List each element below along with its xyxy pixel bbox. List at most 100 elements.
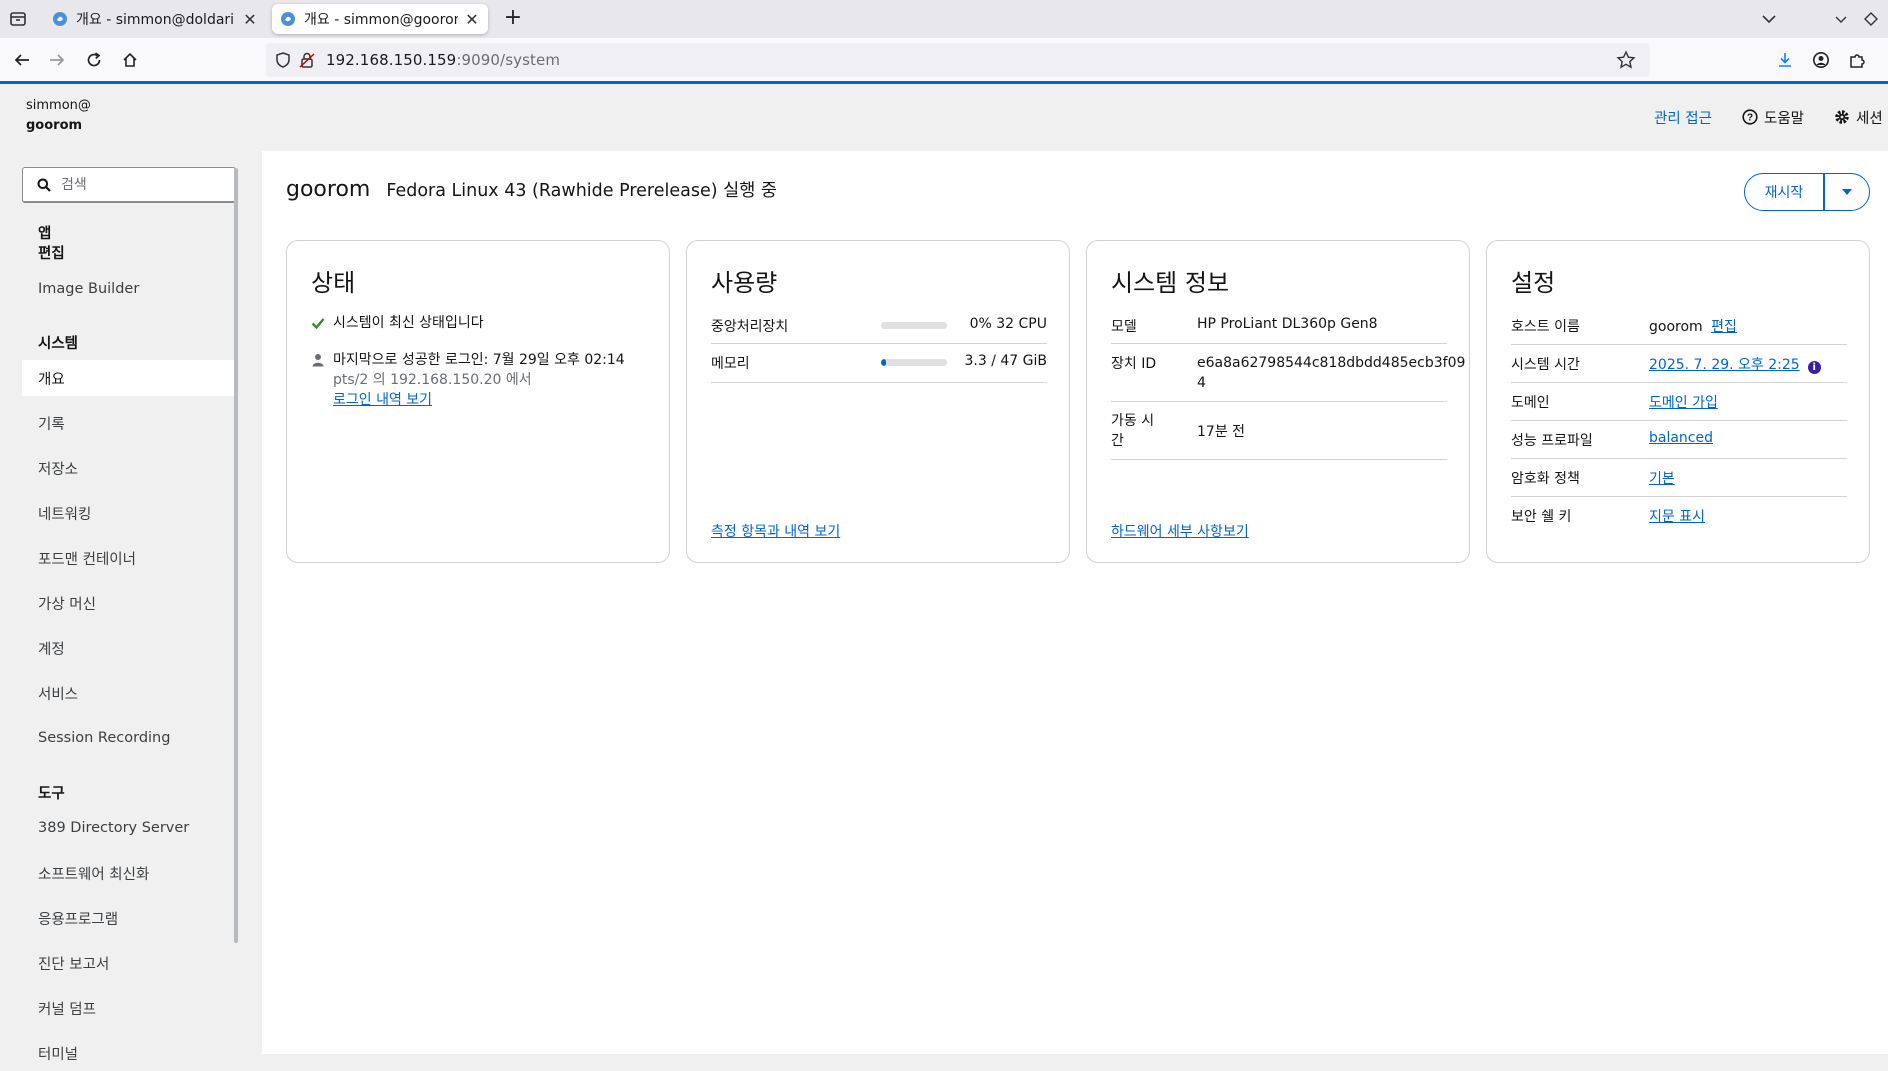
cpu-label: 중앙처리장치 <box>711 319 789 335</box>
window-minimize-chevron-icon[interactable] <box>1832 10 1850 28</box>
browser-tab-bar: 개요 - simmon@doldari ✕ 개요 - simmon@goorom… <box>0 0 1888 38</box>
metrics-history-link[interactable]: 측정 항목과 내역 보기 <box>711 521 840 541</box>
back-button[interactable] <box>11 49 33 71</box>
ssh-keys-label: 보안 쉘 키 <box>1511 509 1572 525</box>
restart-options-toggle[interactable] <box>1824 173 1870 211</box>
hostname-row: 호스트 이름 goorom 편집 <box>1511 307 1847 345</box>
domain-row: 도메인 도메인 가입 <box>1511 383 1847 421</box>
sidebar-item-virtual-machines[interactable]: 가상 머신 <box>22 585 234 621</box>
sidebar-item-applications[interactable]: 응용프로그램 <box>22 900 234 936</box>
sidebar-item-389-directory-server[interactable]: 389 Directory Server <box>22 810 234 846</box>
sidebar-item-podman[interactable]: 포드맨 컨테이너 <box>22 540 234 576</box>
update-status: 시스템이 최신 상태입니다 <box>311 313 484 333</box>
url-text[interactable]: 192.168.150.159:9090/system <box>326 51 560 69</box>
model-row: 모델 HP ProLiant DL360p Gen8 <box>1111 307 1447 344</box>
tracking-protection-shield-icon[interactable] <box>274 51 292 69</box>
system-time-link[interactable]: 2025. 7. 29. 오후 2:25 <box>1649 357 1800 373</box>
configuration-card-title: 설정 <box>1511 269 1556 297</box>
reload-button[interactable] <box>83 49 105 71</box>
sidebar-item-diagnostic-reports[interactable]: 진단 보고서 <box>22 945 234 981</box>
host-name: goorom <box>26 118 83 133</box>
forward-button[interactable] <box>46 49 68 71</box>
last-login-origin: pts/2 의 192.168.150.20 에서 <box>333 372 532 388</box>
downloads-button[interactable] <box>1774 49 1796 71</box>
sidebar-item-logs[interactable]: 기록 <box>22 405 234 441</box>
sidebar-item-kernel-dump[interactable]: 커널 덤프 <box>22 990 234 1026</box>
tab-list-icon[interactable] <box>8 9 28 29</box>
user-icon <box>312 354 324 367</box>
forward-arrow-icon <box>50 54 65 66</box>
home-button[interactable] <box>119 49 141 71</box>
search-input[interactable] <box>61 175 221 195</box>
sidebar-item-networking[interactable]: 네트워킹 <box>22 495 234 531</box>
restart-split-button: 재시작 <box>1744 173 1870 211</box>
machine-id-label: 장치 ID <box>1111 356 1157 372</box>
info-icon[interactable]: i <box>1807 361 1821 374</box>
extensions-button[interactable] <box>1846 49 1868 71</box>
sidebar-item-session-recording[interactable]: Session Recording <box>22 720 234 756</box>
sidebar-item-terminal[interactable]: 터미널 <box>22 1035 234 1071</box>
model-label: 모델 <box>1111 319 1137 335</box>
url-path: :9090/system <box>456 51 561 69</box>
sidebar-item-software-updates[interactable]: 소프트웨어 최신화 <box>22 855 234 891</box>
sidebar-item-overview[interactable]: 개요 <box>22 360 234 396</box>
sidebar-item-image-builder[interactable]: Image Builder <box>22 271 234 307</box>
hardware-details-link[interactable]: 하드웨어 세부 사항보기 <box>1111 521 1249 541</box>
tab-title: 개요 - simmon@doldari <box>76 12 235 28</box>
uptime-row: 가동 시 간 17분 전 <box>1111 402 1447 460</box>
cpu-usage-bar <box>881 322 947 329</box>
configuration-card: 설정 호스트 이름 goorom 편집 시스템 시간 2025. 7. 29. … <box>1486 240 1870 563</box>
sidebar-item-accounts[interactable]: 계정 <box>22 630 234 666</box>
os-status: Fedora Linux 43 (Rawhide Prerelease) 실행 … <box>386 181 777 201</box>
browser-tab-goorom[interactable]: 개요 - simmon@goorom ✕ <box>272 4 488 34</box>
login-history-link[interactable]: 로그인 내역 보기 <box>333 390 625 410</box>
page-hostname: goorom <box>286 177 371 202</box>
memory-value: 3.3 / 47 GiB <box>964 353 1048 369</box>
window-maximize-icon[interactable] <box>1862 10 1880 28</box>
sidebar-item-storage[interactable]: 저장소 <box>22 450 234 486</box>
close-icon[interactable]: ✕ <box>242 10 258 29</box>
show-fingerprints-link[interactable]: 지문 표시 <box>1649 506 1705 526</box>
bookmark-star-icon[interactable] <box>1616 50 1636 70</box>
uptime-label-line-2: 간 <box>1111 433 1124 449</box>
sidebar-item-services[interactable]: 서비스 <box>22 675 234 711</box>
status-card: 상태 시스템이 최신 상태입니다 마지막으로 성공한 로그인: 7월 29일 오… <box>286 240 670 563</box>
last-login-info: 마지막으로 성공한 로그인: 7월 29일 오후 02:14 pts/2 의 1… <box>311 350 625 410</box>
browser-tab-doldari[interactable]: 개요 - simmon@doldari ✕ <box>44 4 266 34</box>
cockpit-favicon-icon <box>281 12 295 26</box>
system-info-card: 시스템 정보 모델 HP ProLiant DL360p Gen8 장치 ID … <box>1086 240 1470 563</box>
last-login-text: 마지막으로 성공한 로그인: 7월 29일 오후 02:14 <box>333 352 625 368</box>
performance-profile-label: 성능 프로파일 <box>1511 433 1593 449</box>
performance-profile-link[interactable]: balanced <box>1649 430 1713 446</box>
system-time-label: 시스템 시간 <box>1511 357 1580 373</box>
memory-usage-fill <box>881 359 886 366</box>
insecure-lock-icon[interactable] <box>298 51 316 69</box>
address-bar[interactable]: 192.168.150.159:9090/system <box>266 43 1650 77</box>
page-title: goorom Fedora Linux 43 (Rawhide Prerelea… <box>286 177 777 202</box>
host-user: simmon@ <box>26 98 91 113</box>
help-label: 도움말 <box>1764 110 1805 127</box>
help-menu-button[interactable]: ? 도움말 <box>1742 106 1804 128</box>
machine-id-row: 장치 ID e6a8a62798544c818dbdd485ecb3f09 4 <box>1111 344 1465 402</box>
close-icon[interactable]: ✕ <box>464 10 480 29</box>
host-switcher[interactable]: simmon@ goorom <box>26 96 91 136</box>
hostname-edit-link[interactable]: 편집 <box>1711 319 1737 335</box>
join-domain-link[interactable]: 도메인 가입 <box>1649 392 1718 412</box>
crypto-policy-link[interactable]: 기본 <box>1649 468 1675 488</box>
tab-overflow-chevron-icon[interactable] <box>1760 10 1778 28</box>
sidebar-scrollbar[interactable] <box>234 168 238 943</box>
apps-edit-link[interactable]: 편집 <box>38 242 65 263</box>
usage-card-title: 사용량 <box>711 269 778 297</box>
new-tab-button[interactable]: + <box>502 7 524 30</box>
admin-access-link[interactable]: 관리 접근 <box>1654 106 1712 128</box>
status-card-title: 상태 <box>311 269 356 297</box>
session-menu-button[interactable]: 세션 <box>1834 106 1883 128</box>
restart-button[interactable]: 재시작 <box>1744 173 1824 211</box>
memory-label: 메모리 <box>711 356 750 372</box>
question-circle-icon: ? <box>1742 109 1758 125</box>
sidebar-search[interactable] <box>22 167 236 203</box>
account-button[interactable] <box>1810 49 1832 71</box>
section-tools: 도구 <box>38 786 65 802</box>
session-label: 세션 <box>1856 110 1883 127</box>
uptime-label: 가동 시 간 <box>1111 411 1154 451</box>
